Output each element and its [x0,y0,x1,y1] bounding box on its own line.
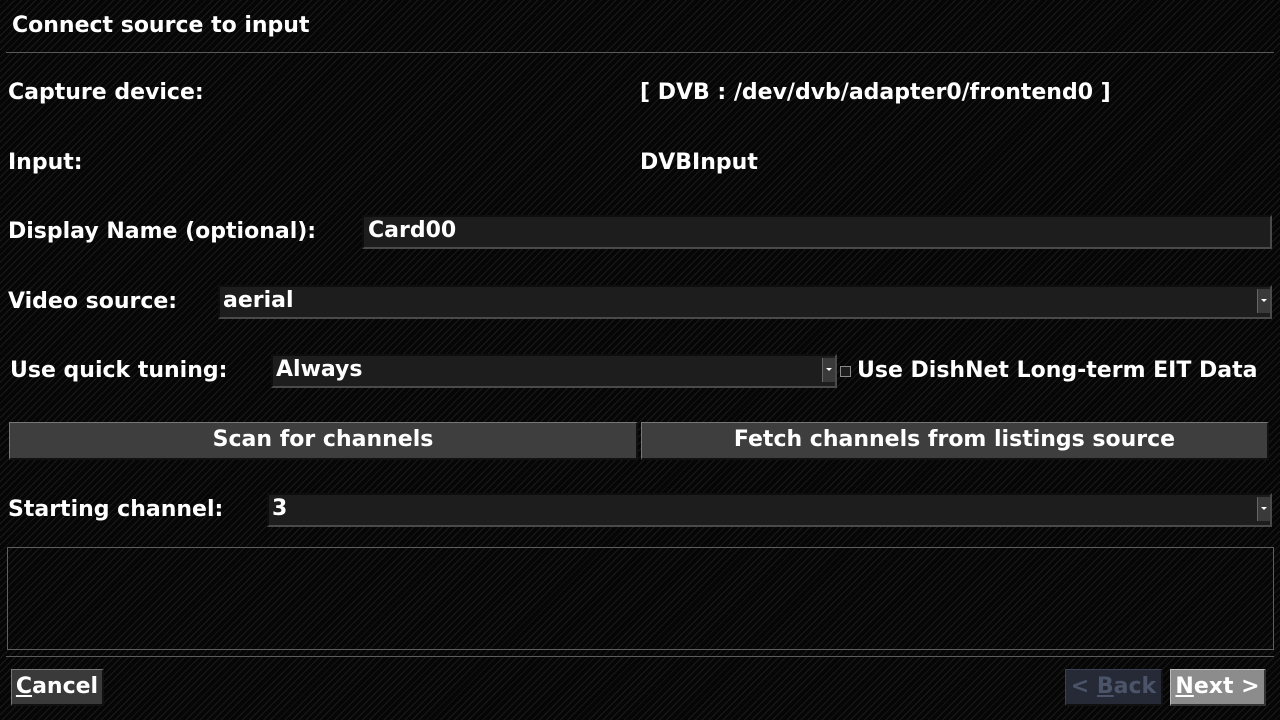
capture-device-label: Capture device: [8,80,204,105]
fetch-channels-button[interactable]: Fetch channels from listings source [641,422,1269,460]
cancel-button[interactable]: Cancel [11,669,104,706]
window-title: Connect source to input [12,13,310,38]
starting-channel-select[interactable]: 3 [267,493,1272,527]
scan-channels-button[interactable]: Scan for channels [9,422,638,460]
capture-device-value: [ DVB : /dev/dvb/adapter0/frontend0 ] [640,80,1111,105]
chevron-down-icon[interactable] [822,358,835,382]
back-button[interactable]: < Back [1065,669,1163,706]
info-panel [7,547,1274,650]
header-divider [6,52,1274,53]
back-label: ack [1113,674,1157,699]
quick-tuning-select[interactable]: Always [271,354,837,388]
video-source-value: aerial [223,288,294,313]
starting-channel-label: Starting channel: [8,497,224,522]
back-prefix: < [1070,674,1097,699]
footer-divider [6,656,1274,657]
next-mnemonic: N [1175,674,1194,699]
back-mnemonic: B [1096,674,1114,699]
input-value: DVBInput [640,150,758,175]
quick-tuning-value: Always [276,357,363,382]
next-label: ext > [1193,674,1260,699]
display-name-label: Display Name (optional): [8,219,317,244]
cancel-mnemonic: C [15,674,33,699]
video-source-select[interactable]: aerial [218,285,1272,319]
starting-channel-value: 3 [272,496,288,521]
chevron-down-icon[interactable] [1257,497,1270,521]
chevron-down-icon[interactable] [1257,289,1270,313]
cancel-label: ancel [32,674,99,699]
next-button[interactable]: Next > [1170,669,1266,706]
display-name-input[interactable]: Card00 [362,215,1272,249]
input-label: Input: [8,150,83,175]
quick-tuning-label: Use quick tuning: [10,358,228,383]
video-source-label: Video source: [8,289,178,314]
dishnet-eit-checkbox[interactable] [840,366,851,377]
dishnet-eit-label: Use DishNet Long-term EIT Data [857,358,1258,383]
